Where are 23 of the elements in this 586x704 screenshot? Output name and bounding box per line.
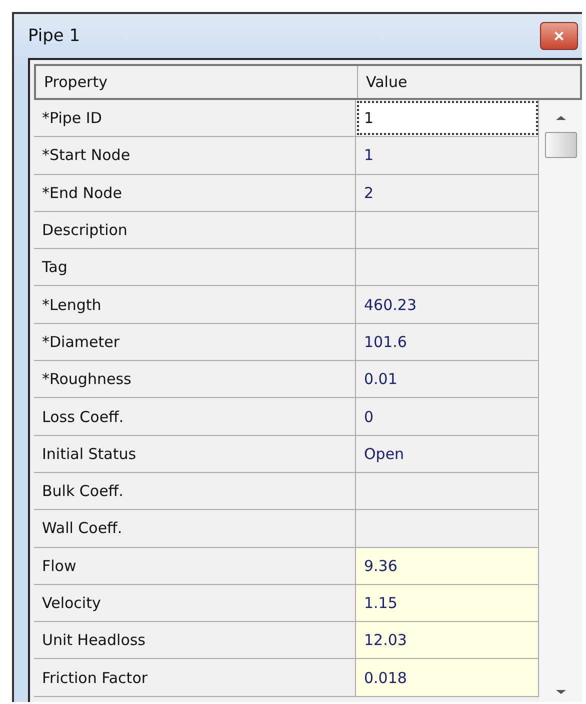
scrollbar[interactable] [539, 100, 582, 702]
value-cell[interactable]: 9.36 [356, 548, 539, 584]
property-name: *Length [34, 286, 356, 323]
property-name: *End Node [34, 174, 356, 211]
property-name: *Diameter [34, 324, 356, 360]
property-name: Tag [34, 249, 356, 286]
scroll-up-arrow-icon[interactable] [554, 114, 568, 122]
scroll-down-arrow-icon[interactable] [554, 688, 568, 696]
window-title: Pipe 1 [28, 26, 80, 46]
property-name: *Start Node [34, 137, 356, 174]
column-header[interactable]: Value [358, 66, 580, 98]
column-header[interactable]: Property [36, 66, 358, 98]
property-name: Loss Coeff. [34, 398, 356, 435]
value-cell[interactable]: 1.15 [356, 584, 539, 622]
property-name: Initial Status [34, 436, 356, 472]
property-name: *Roughness [34, 361, 356, 398]
value-cell[interactable]: 0.018 [356, 659, 539, 696]
value-cell[interactable]: 1 [356, 100, 539, 136]
property-name: Bulk Coeff. [34, 472, 356, 510]
scrollbar-thumb[interactable] [544, 132, 576, 158]
value-cell[interactable]: 12.03 [356, 622, 539, 658]
property-name: Description [34, 212, 356, 248]
property-name: Wall Coeff. [34, 510, 356, 547]
